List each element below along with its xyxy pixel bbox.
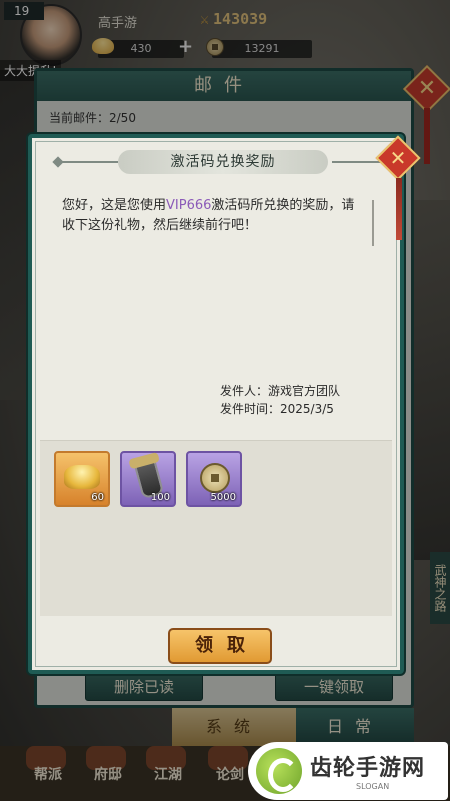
reward-mail-dialog: 激活码兑换奖励 您好，这是您使用VIP666激活码所兑换的奖励，请收下这份礼物，… xyxy=(28,134,404,674)
activation-code: VIP666 xyxy=(166,198,212,213)
gear-logo-icon xyxy=(256,748,302,794)
reward-list: 60 100 5000 xyxy=(40,440,392,616)
send-time-line: 发件时间：2025/3/5 xyxy=(220,402,334,416)
close-icon: ✕ xyxy=(389,146,407,170)
sender-info: 发件人：游戏官方团队 发件时间：2025/3/5 xyxy=(220,382,340,418)
message-prefix: 您好，这是您使用 xyxy=(62,198,167,213)
reward-item[interactable]: 5000 xyxy=(186,451,242,507)
sender-line: 发件人：游戏官方团队 xyxy=(220,384,341,398)
mail-message: 您好，这是您使用VIP666激活码所兑换的奖励，请收下这份礼物，然后继续前行吧！ xyxy=(62,196,362,236)
gold-ingot-icon xyxy=(64,465,100,489)
watermark-title: 齿轮手游网 xyxy=(310,756,426,781)
reward-qty: 60 xyxy=(91,492,104,503)
watermark-subtitle: SLOGAN xyxy=(356,782,390,791)
reward-qty: 5000 xyxy=(210,492,236,503)
close-tassel xyxy=(396,178,402,240)
copper-coin-icon xyxy=(200,463,230,493)
dialog-title: 激活码兑换奖励 xyxy=(118,150,328,174)
reward-qty: 100 xyxy=(150,492,170,503)
title-ornament-left xyxy=(54,161,118,163)
message-scrollbar[interactable] xyxy=(372,200,374,246)
claim-button[interactable]: 领取 xyxy=(168,628,272,664)
reward-item[interactable]: 60 xyxy=(54,451,110,507)
reward-item[interactable]: 100 xyxy=(120,451,176,507)
site-watermark: 齿轮手游网 SLOGAN xyxy=(248,742,448,800)
